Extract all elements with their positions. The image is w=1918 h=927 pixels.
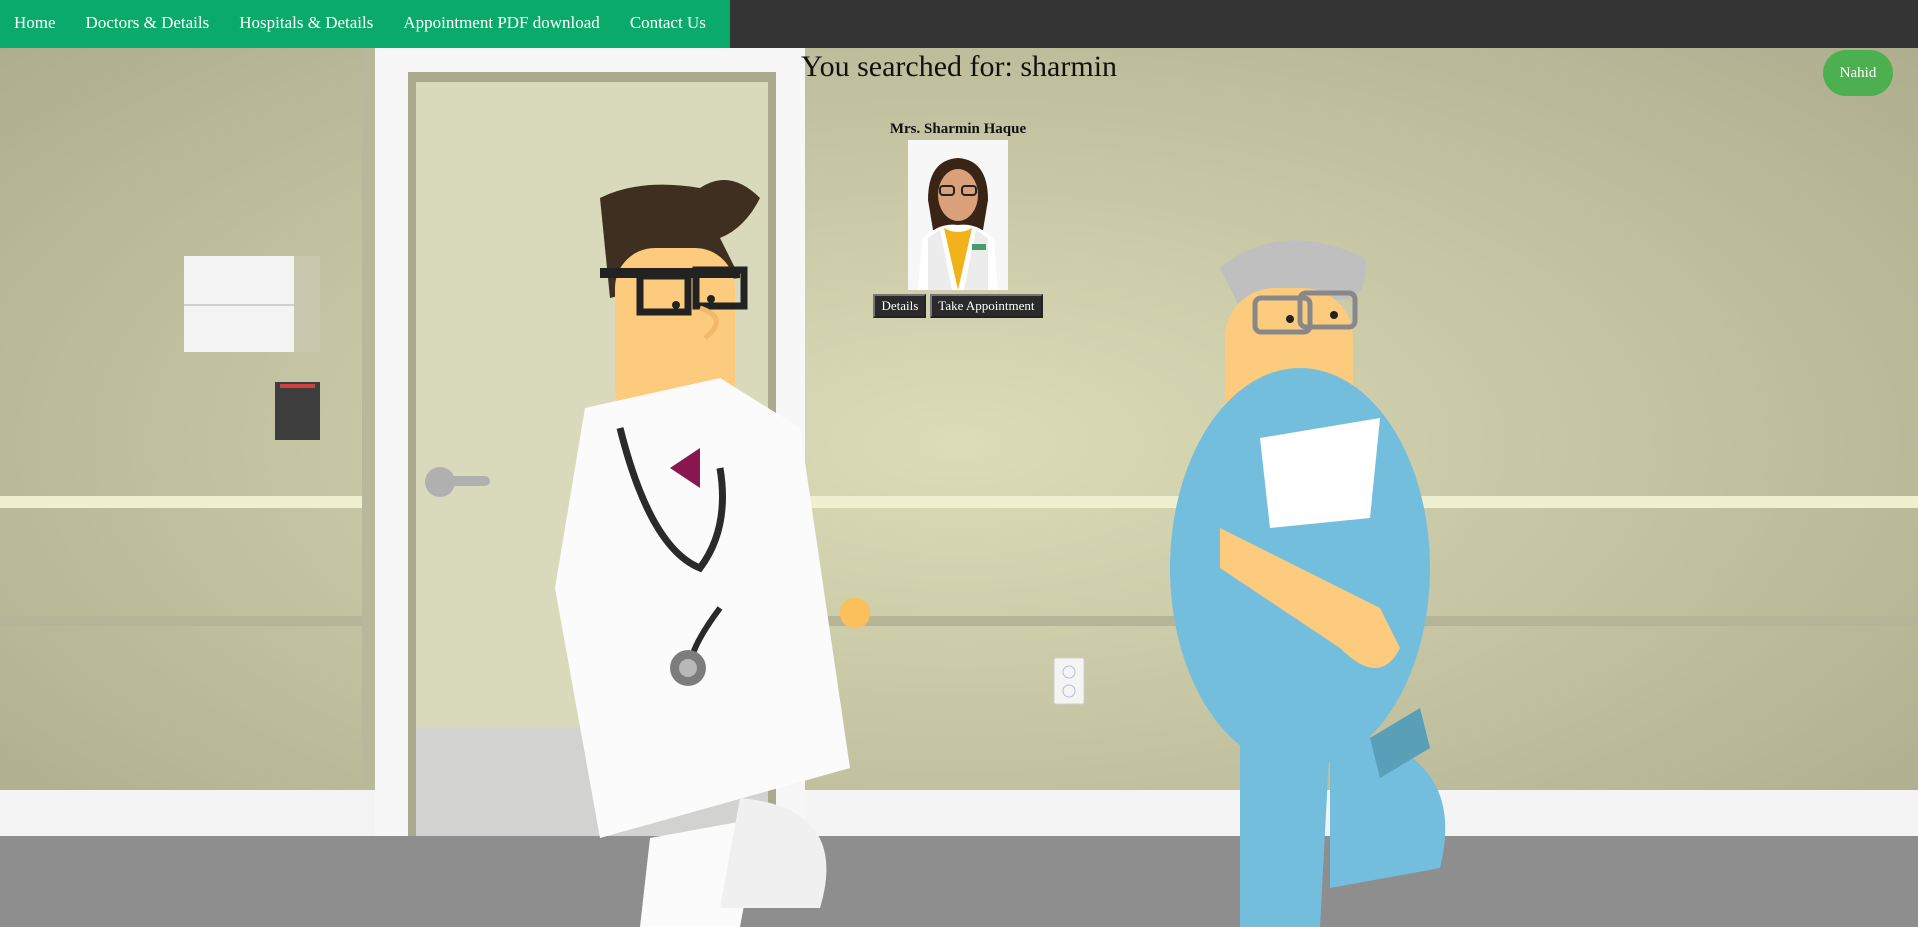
nav-link-doctors[interactable]: Doctors & Details (72, 0, 226, 48)
top-navigation-bar: Home Doctors & Details Hospitals & Detai… (0, 0, 1918, 48)
nav-link-hospitals[interactable]: Hospitals & Details (225, 0, 389, 48)
take-appointment-button[interactable]: Take Appointment (930, 294, 1043, 318)
doctor-result-card: Mrs. Sharmin Haque Details Take Appointm… (870, 118, 1046, 318)
doctor-photo (908, 140, 1008, 290)
doctor-actions: Details Take Appointment (870, 294, 1046, 318)
nav-link-contact[interactable]: Contact Us (616, 0, 722, 48)
nav-link-home[interactable]: Home (0, 0, 72, 48)
doctor-name: Mrs. Sharmin Haque (889, 121, 1027, 137)
user-profile-badge[interactable]: Nahid (1823, 50, 1893, 96)
nav-link-appointment-pdf[interactable]: Appointment PDF download (389, 0, 615, 48)
search-results-title: You searched for: sharmin (800, 50, 1118, 83)
nav-menu: Home Doctors & Details Hospitals & Detai… (0, 0, 730, 48)
details-button[interactable]: Details (873, 294, 927, 318)
